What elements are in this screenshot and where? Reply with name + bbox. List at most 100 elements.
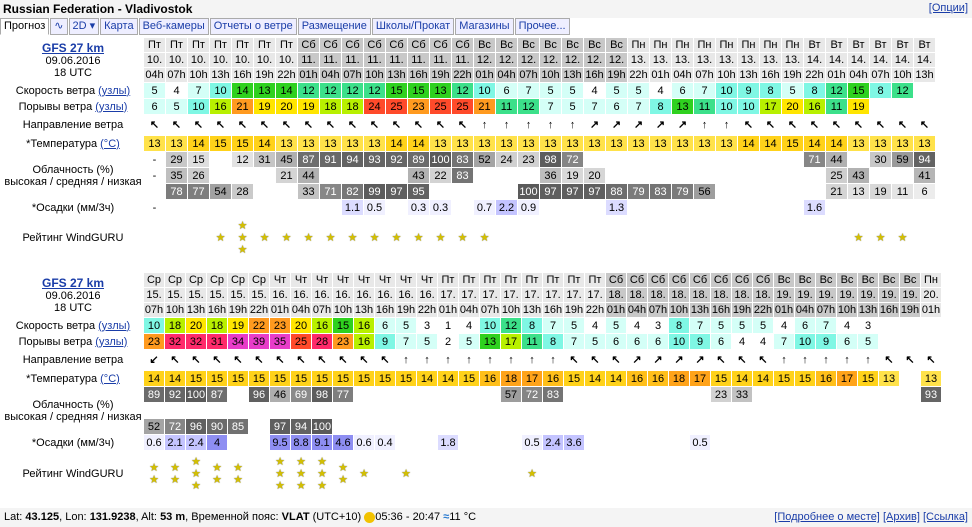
wind-arrow-icon: ↖ <box>259 119 270 131</box>
hd-hour: 19h <box>900 303 920 317</box>
wind-speed-label-unit-link[interactable]: (узлы) <box>98 320 130 332</box>
precipitation-cell: 0.4 <box>375 435 395 450</box>
cloud-cell <box>711 419 731 434</box>
wind-gust-cell: 9 <box>816 334 836 349</box>
tab-9[interactable]: Прочее... <box>514 18 570 35</box>
hd-date: 15. <box>207 288 227 302</box>
cloud-cell <box>270 403 290 418</box>
model-date: 09.06.2016 <box>45 289 101 302</box>
precipitation-cell <box>711 435 731 450</box>
hd-day: Пт <box>276 38 297 52</box>
temperature-cell: 13 <box>584 136 605 151</box>
cloud-cell: 100 <box>312 419 332 434</box>
cloud-cell <box>228 387 248 402</box>
rating-star-icon <box>795 451 815 497</box>
precipitation-cell: 0.9 <box>518 200 539 215</box>
cloud-cell: 87 <box>207 387 227 402</box>
wind-gust-label-unit-link[interactable]: (узлы) <box>95 101 127 113</box>
cloud-cell: 93 <box>921 387 941 402</box>
link-link[interactable]: [Ссылка] <box>923 511 968 523</box>
cloud-cell <box>795 419 815 434</box>
wind-gust-cell: 11 <box>694 99 715 114</box>
model-date: 09.06.2016 <box>45 54 101 67</box>
tab-5[interactable]: Отчеты о ветре <box>209 18 297 35</box>
hd-hour: 01h <box>826 68 847 82</box>
archive-link[interactable]: [Архив] <box>883 511 920 523</box>
wind-speed-cell: 13 <box>430 83 451 98</box>
precipitation-cell: 4 <box>207 435 227 450</box>
precipitation-cell: 0.7 <box>474 200 495 215</box>
cloud-cell <box>690 387 710 402</box>
temperature-cell: 13 <box>562 136 583 151</box>
precipitation-cell: 1.8 <box>438 435 458 450</box>
model-link[interactable]: GFS 27 km <box>42 276 104 290</box>
temperature-label-unit-link[interactable]: (°C) <box>100 373 120 385</box>
rating-star-icon <box>732 451 752 497</box>
cloud-cell <box>375 403 395 418</box>
rating-star-icon: ★ ★ ★ <box>237 220 248 256</box>
cloud-cell <box>342 168 363 183</box>
precipitation-label: *Осадки (мм/3ч) <box>3 435 143 450</box>
hd-hour: 04h <box>795 303 815 317</box>
rating-star-icon <box>496 216 517 260</box>
temperature-cell: 13 <box>298 136 319 151</box>
options-link[interactable]: [Опции] <box>929 2 968 14</box>
precipitation-cell <box>249 435 269 450</box>
hd-hour: 16h <box>232 68 253 82</box>
rating-star-icon <box>738 216 759 260</box>
wind-arrow-icon: ↑ <box>547 119 554 131</box>
cloud-cell <box>564 419 584 434</box>
temperature-cell: 14 <box>732 371 752 386</box>
cloud-cell: 21 <box>826 184 847 199</box>
cloud-cell: - <box>144 152 165 167</box>
temperature-cell: 13 <box>144 136 165 151</box>
hd-hour: 16h <box>408 68 429 82</box>
wind-arrow-icon: ↖ <box>884 354 894 366</box>
precipitation-cell <box>782 200 803 215</box>
cloud-cell: 93 <box>364 152 385 167</box>
temperature-label: *Температура (°C) <box>3 371 143 386</box>
tab-3[interactable]: Карта <box>100 18 138 35</box>
wind-speed-label-unit-link[interactable]: (узлы) <box>98 85 130 97</box>
cloud-cell <box>650 168 671 183</box>
hd-day: Вс <box>774 273 794 287</box>
precipitation-cell <box>753 435 773 450</box>
temperature-cell: 14 <box>417 371 437 386</box>
cloud-cell <box>816 403 836 418</box>
cloud-label: Облачность (%) высокая / средняя / низкая <box>3 152 143 199</box>
cloud-cell <box>892 168 913 183</box>
tab-2[interactable]: 2D ▾ <box>68 18 100 35</box>
water-temp: 11 °C <box>449 511 477 523</box>
wind-gust-label-unit-link[interactable]: (узлы) <box>95 336 127 348</box>
rating-star-icon <box>672 216 693 260</box>
hd-day: Пт <box>585 273 605 287</box>
wind-gust-cell: 23 <box>333 334 353 349</box>
temperature-cell: 15 <box>312 371 332 386</box>
tab-8[interactable]: Магазины <box>455 18 514 35</box>
precipitation-cell <box>298 200 319 215</box>
temperature-cell: 15 <box>858 371 878 386</box>
rating-star-icon <box>543 451 563 497</box>
tab-0[interactable]: Прогноз <box>0 18 50 35</box>
tab-1[interactable]: ∿ <box>50 18 68 35</box>
tab-7[interactable]: Школы/Прокат <box>371 18 455 35</box>
tab-4[interactable]: Веб-камеры <box>138 18 209 35</box>
rating-star-icon: ★ ★ <box>338 462 348 486</box>
rating-star-icon <box>650 216 671 260</box>
cloud-cell <box>254 168 275 183</box>
wind-arrow-icon: ↖ <box>716 354 726 366</box>
precipitation-label-text: *Осадки (мм/3ч) <box>31 201 115 214</box>
tab-6[interactable]: Размещение <box>297 18 371 35</box>
temperature-label-unit-link[interactable]: (°C) <box>100 138 120 150</box>
cloud-cell <box>606 168 627 183</box>
place-details-link[interactable]: [Подробнее о месте] <box>774 511 880 523</box>
cloud-cell <box>354 419 374 434</box>
wind-speed-cell: 5 <box>606 318 626 333</box>
cloud-cell <box>207 403 227 418</box>
temperature-cell: 15 <box>782 136 803 151</box>
wind-speed-cell: 8 <box>870 83 891 98</box>
wind-arrow-icon: ↖ <box>831 119 842 131</box>
model-link[interactable]: GFS 27 km <box>42 41 104 55</box>
wind-speed-cell: 8 <box>669 318 689 333</box>
temperature-cell: 16 <box>627 371 647 386</box>
